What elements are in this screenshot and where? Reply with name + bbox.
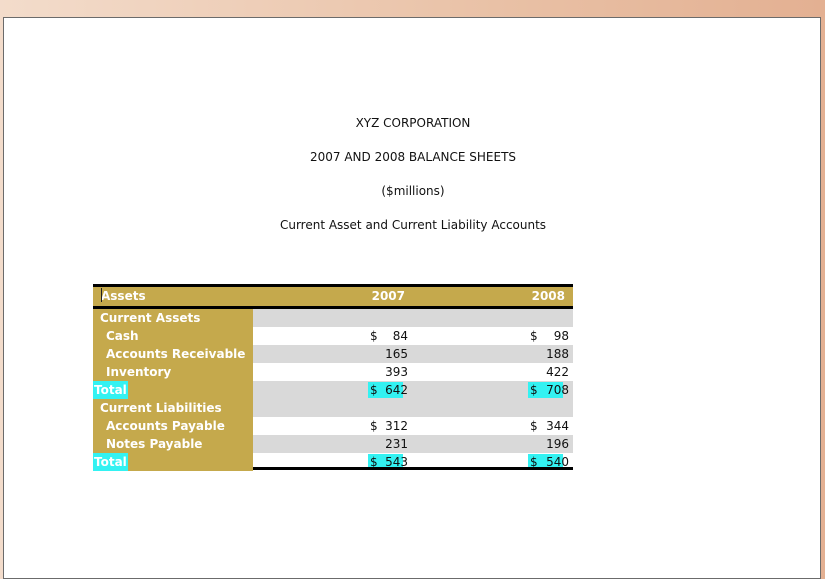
value-2008[interactable]: $ 98 <box>413 327 573 345</box>
dollar-sign: $ <box>370 419 378 433</box>
report-subtitle: Current Asset and Current Liability Acco… <box>279 218 547 232</box>
total-label: Total <box>93 381 128 399</box>
table-row: Inventory 393 422 <box>93 363 573 381</box>
table-row: Cash $ 84 $ 98 <box>93 327 573 345</box>
value-2008[interactable]: $ 708 <box>413 381 573 399</box>
row-label[interactable]: Inventory <box>93 363 253 381</box>
dollar-sign: $ <box>530 329 538 343</box>
value-2007[interactable]: 231 <box>253 435 413 453</box>
row-label[interactable]: Notes Payable <box>93 435 253 453</box>
value-2007[interactable]: $ 642 <box>253 381 413 399</box>
amount: 708 <box>546 383 569 397</box>
value-2007[interactable] <box>253 309 413 327</box>
row-label[interactable]: Accounts Receivable <box>93 345 253 363</box>
amount: 165 <box>385 347 408 361</box>
value-2008[interactable]: 188 <box>413 345 573 363</box>
amount: 231 <box>385 437 408 451</box>
value-2007[interactable] <box>253 399 413 417</box>
header-assets-cell[interactable]: Assets <box>93 287 253 306</box>
row-label[interactable]: Total <box>93 381 253 399</box>
table-row: Accounts Payable $ 312 $ 344 <box>93 417 573 435</box>
dollar-sign: $ <box>370 383 378 397</box>
header-year-2007[interactable]: 2007 <box>253 287 413 306</box>
value-2008[interactable]: 422 <box>413 363 573 381</box>
text-cursor <box>101 288 102 302</box>
value-2008[interactable]: 196 <box>413 435 573 453</box>
document-page: XYZ CORPORATION 2007 AND 2008 BALANCE SH… <box>3 17 821 579</box>
header-year-2008[interactable]: 2008 <box>413 287 573 306</box>
value-2007[interactable]: $ 312 <box>253 417 413 435</box>
row-label[interactable]: Accounts Payable <box>93 417 253 435</box>
amount: 393 <box>385 365 408 379</box>
table-header-row: Assets 2007 2008 <box>93 287 573 306</box>
amount: 98 <box>553 329 569 343</box>
header-assets-label: Assets <box>101 289 146 303</box>
table-row: Current Assets <box>93 309 573 327</box>
amount: 422 <box>546 365 569 379</box>
row-label[interactable]: Current Assets <box>93 309 253 327</box>
company-name: XYZ CORPORATION <box>355 116 471 130</box>
row-label[interactable]: Cash <box>93 327 253 345</box>
value-2007[interactable]: 165 <box>253 345 413 363</box>
value-2008[interactable] <box>413 399 573 417</box>
report-title: 2007 AND 2008 BALANCE SHEETS <box>309 150 517 164</box>
amount: 84 <box>392 329 408 343</box>
amount: 642 <box>385 383 408 397</box>
value-2008[interactable] <box>413 309 573 327</box>
value-2007[interactable]: $ 84 <box>253 327 413 345</box>
row-label[interactable]: Current Liabilities <box>93 399 253 417</box>
total-label: Total <box>93 453 128 471</box>
dollar-sign: $ <box>530 383 538 397</box>
dollar-sign: $ <box>530 419 538 433</box>
table-row-total: Total $ 642 $ 708 <box>93 381 573 399</box>
table-row: Accounts Receivable 165 188 <box>93 345 573 363</box>
units-note: ($millions) <box>381 184 445 198</box>
amount: 196 <box>546 437 569 451</box>
amount: 188 <box>546 347 569 361</box>
value-2007[interactable]: 393 <box>253 363 413 381</box>
row-label[interactable]: Total <box>93 453 253 471</box>
table-row: Current Liabilities <box>93 399 573 417</box>
value-2008[interactable]: $ 344 <box>413 417 573 435</box>
table-bottom-border <box>253 467 573 470</box>
table-row: Notes Payable 231 196 <box>93 435 573 453</box>
amount: 312 <box>385 419 408 433</box>
amount: 344 <box>546 419 569 433</box>
dollar-sign: $ <box>370 329 378 343</box>
